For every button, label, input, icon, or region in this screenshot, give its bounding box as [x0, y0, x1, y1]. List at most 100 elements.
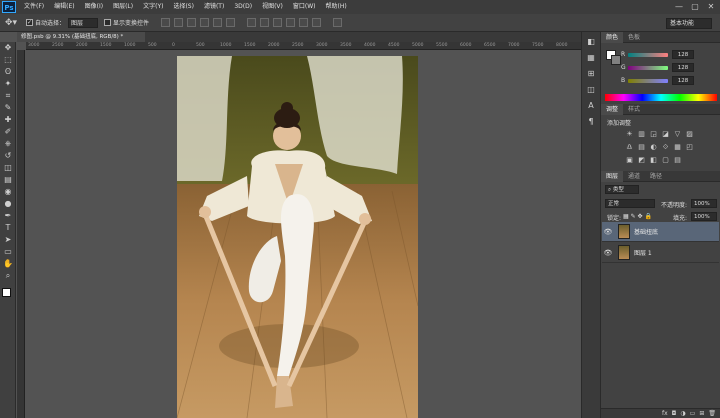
layer-filter-dropdown[interactable]: ⌕ 类型 — [605, 185, 639, 194]
menu-view[interactable]: 视图(V) — [257, 0, 288, 14]
tab-adjustments[interactable]: 调整 — [601, 103, 624, 115]
tab-paths[interactable]: 路径 — [645, 171, 667, 182]
green-slider[interactable]: G 128 — [621, 63, 694, 72]
green-value[interactable]: 128 — [672, 63, 694, 72]
fill-input[interactable]: 100% — [691, 212, 717, 221]
opacity-input[interactable]: 100% — [691, 199, 717, 208]
hand-tool-icon[interactable]: ✋ — [0, 258, 16, 270]
adjustment-icon[interactable]: ◩ — [637, 156, 646, 164]
adjustment-icon[interactable]: ▦ — [673, 143, 682, 151]
blue-track[interactable] — [628, 78, 668, 83]
menu-edit[interactable]: 编辑(E) — [49, 0, 79, 14]
foreground-color-chip[interactable] — [2, 288, 11, 297]
pen-tool-icon[interactable]: ✒ — [0, 210, 16, 222]
history-brush-tool-icon[interactable]: ↺ — [0, 150, 16, 162]
color-spectrum[interactable] — [605, 94, 717, 101]
show-transform-checkbox[interactable] — [104, 19, 112, 26]
adjustment-icon[interactable]: ▨ — [685, 130, 694, 138]
clone-stamp-tool-icon[interactable]: ⎈ — [0, 138, 16, 150]
blue-slider[interactable]: B 128 — [621, 76, 694, 85]
dock-panel-icon[interactable]: ▦ — [585, 52, 597, 64]
menu-type[interactable]: 文字(Y) — [138, 0, 168, 14]
dock-panel-icon[interactable]: ◫ — [585, 84, 597, 96]
shape-tool-icon[interactable]: ▭ — [0, 246, 16, 258]
red-track[interactable] — [628, 52, 668, 57]
adjustment-icon[interactable]: ⟐ — [661, 143, 670, 151]
adjustment-icon[interactable]: ▤ — [637, 143, 646, 151]
adjustment-icon[interactable]: ▢ — [661, 156, 670, 164]
tab-color[interactable]: 颜色 — [601, 31, 624, 43]
align-vcenter-icon[interactable] — [174, 18, 184, 27]
tab-channels[interactable]: 通道 — [623, 171, 645, 182]
adjustment-icon[interactable]: ◲ — [649, 130, 658, 138]
menu-file[interactable]: 文件(F) — [19, 0, 49, 14]
auto-select-checkbox[interactable]: ✓ — [26, 19, 33, 26]
blend-mode-dropdown[interactable]: 正常 — [605, 199, 655, 208]
menu-window[interactable]: 窗口(W) — [288, 0, 321, 14]
auto-select-dropdown[interactable]: 图层 — [68, 17, 99, 28]
quick-select-tool-icon[interactable]: ✦ — [0, 78, 16, 90]
layer-footer-icon[interactable]: fx — [662, 410, 668, 417]
type-tool-icon[interactable]: T — [0, 222, 16, 234]
adjustment-icon[interactable]: ◰ — [685, 143, 694, 151]
distribute-left-icon[interactable] — [286, 18, 296, 27]
align-left-icon[interactable] — [200, 18, 210, 27]
layer-footer-icon[interactable]: ◑ — [680, 410, 685, 417]
green-track[interactable] — [628, 65, 668, 70]
adjustment-icon[interactable]: ▽ — [673, 130, 682, 138]
zoom-tool-icon[interactable]: ⌕ — [0, 270, 16, 282]
move-tool-preset-icon[interactable]: ✥▾ — [2, 16, 20, 30]
close-button[interactable]: ✕ — [704, 0, 718, 14]
adjustment-icon[interactable]: ◐ — [649, 143, 658, 151]
brush-tool-icon[interactable]: ✐ — [0, 126, 16, 138]
gradient-tool-icon[interactable]: ▤ — [0, 174, 16, 186]
document-tab[interactable]: 修图.psb @ 9.31% (基础扭底, RGB/8) * — [17, 32, 145, 42]
adjustment-icon[interactable]: ▣ — [625, 156, 634, 164]
workspace-dropdown[interactable]: 基本功能 — [666, 18, 712, 29]
adjustment-icon[interactable]: ♎ — [625, 143, 634, 151]
align-hcenter-icon[interactable] — [213, 18, 223, 27]
adjustment-icon[interactable]: ▤ — [673, 156, 682, 164]
auto-align-icon[interactable] — [333, 18, 343, 27]
tab-swatches[interactable]: 色板 — [623, 32, 645, 43]
align-right-icon[interactable] — [226, 18, 236, 27]
lock-icons[interactable]: ▦ ✎ ✥ 🔒 — [623, 213, 652, 220]
document-image[interactable] — [177, 56, 418, 418]
adjustment-icon[interactable]: ◪ — [661, 130, 670, 138]
red-value[interactable]: 128 — [672, 50, 694, 59]
layer-footer-icon[interactable]: ⊞ — [699, 410, 704, 417]
menu-layer[interactable]: 图层(L) — [108, 0, 138, 14]
dock-panel-icon[interactable]: ¶ — [585, 116, 597, 128]
menu-select[interactable]: 选择(S) — [168, 0, 199, 14]
menu-image[interactable]: 图像(I) — [80, 0, 108, 14]
menu-3d[interactable]: 3D(D) — [229, 0, 257, 14]
dock-panel-icon[interactable]: ◧ — [585, 36, 597, 48]
tab-layers[interactable]: 图层 — [601, 170, 624, 182]
menu-help[interactable]: 帮助(H) — [321, 0, 352, 14]
adjustment-icon[interactable]: ◧ — [649, 156, 658, 164]
tab-styles[interactable]: 样式 — [623, 104, 645, 115]
marquee-tool-icon[interactable]: ⬚ — [0, 54, 16, 66]
distribute-right-icon[interactable] — [312, 18, 322, 27]
path-select-tool-icon[interactable]: ➤ — [0, 234, 16, 246]
minimize-button[interactable]: — — [672, 0, 686, 14]
adjustment-icon[interactable]: ▥ — [637, 130, 646, 138]
visibility-eye-icon[interactable]: 👁 — [602, 249, 614, 257]
layer-footer-icon[interactable]: ◘ — [672, 410, 677, 417]
blur-tool-icon[interactable]: ◉ — [0, 186, 16, 198]
align-bottom-icon[interactable] — [187, 18, 197, 27]
crop-tool-icon[interactable]: ⌗ — [0, 90, 16, 102]
dock-panel-icon[interactable]: A — [585, 100, 597, 112]
eraser-tool-icon[interactable]: ◫ — [0, 162, 16, 174]
dock-panel-icon[interactable]: ⊞ — [585, 68, 597, 80]
distribute-bottom-icon[interactable] — [273, 18, 283, 27]
distribute-top-icon[interactable] — [247, 18, 257, 27]
adjustment-icon[interactable]: ☀ — [625, 130, 634, 138]
dodge-tool-icon[interactable]: ● — [0, 198, 16, 210]
layer-row[interactable]: 👁 图层 1 — [602, 243, 719, 263]
distribute-hcenter-icon[interactable] — [299, 18, 309, 27]
healing-tool-icon[interactable]: ✚ — [0, 114, 16, 126]
layer-row[interactable]: 👁 基础扭底 — [602, 222, 719, 242]
layer-footer-icon[interactable]: 🗑 — [708, 410, 716, 417]
menu-filter[interactable]: 滤镜(T) — [199, 0, 229, 14]
